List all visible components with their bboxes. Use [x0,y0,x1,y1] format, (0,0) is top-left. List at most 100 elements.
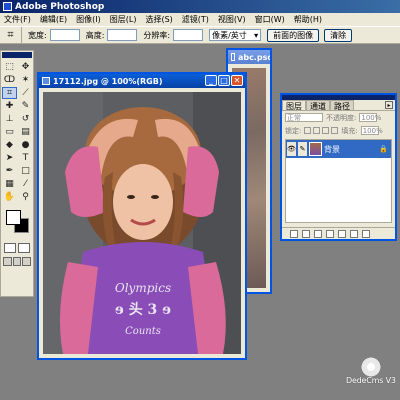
layer-thumbnail [309,142,322,156]
blend-mode-value: 正常 [287,113,301,122]
resolution-input[interactable] [173,29,204,41]
crop-tool-button-icon[interactable]: ⌗ [2,87,17,99]
screen-mode-full-icon[interactable] [22,257,32,266]
menubar: 文件(F) 编辑(E) 图像(I) 图层(L) 选择(S) 滤镜(T) 视图(V… [0,13,400,26]
document-icon [231,53,235,61]
unit-value: 像素/英寸 [212,30,247,40]
color-swatches [3,208,31,238]
slice-tool-icon[interactable]: ⟋ [18,87,33,99]
lock-pixels-icon[interactable] [313,127,321,134]
lock-all-icon[interactable] [331,127,339,134]
clear-button[interactable]: 清除 [324,28,353,42]
document-titlebar[interactable]: abc.psd @ 100%(RGB) [228,50,270,64]
lock-row: 锁定: 填充: 100% [282,124,395,137]
lasso-tool-icon[interactable]: ↀ [2,74,17,86]
unit-select[interactable]: 像素/英寸 ▾ [209,29,262,41]
height-input[interactable] [107,29,138,41]
pen-tool-icon[interactable]: ✒ [2,165,17,177]
eye-icon[interactable]: 👁 [287,142,296,156]
photo-canvas[interactable]: Olympics ɘ 头 3 ɘ Counts [43,92,241,354]
svg-text:Olympics: Olympics [115,281,171,295]
window-buttons: _ □ ✕ [205,75,243,86]
close-icon[interactable]: ✕ [231,75,243,86]
toolbox-grip[interactable] [2,52,32,58]
layer-style-icon[interactable] [302,229,310,238]
app-titlebar: Adobe Photoshop [0,0,400,13]
delete-layer-icon[interactable] [362,229,370,238]
menu-image[interactable]: 图像(I) [76,14,101,25]
resolution-label: 分辨率: [143,30,171,40]
screen-mode-standard-icon[interactable] [3,257,12,266]
menu-file[interactable]: 文件(F) [4,14,31,25]
zoom-tool-icon[interactable]: ⚲ [18,191,33,203]
fill-value: 100% [362,126,383,135]
watermark: DedeCms V3 [346,356,396,392]
foreground-color-swatch[interactable] [6,210,21,225]
menu-view[interactable]: 视图(V) [218,14,246,25]
edit-modes [1,241,33,255]
clone-stamp-tool-icon[interactable]: ⊥ [2,113,17,125]
move-tool-icon[interactable]: ✥ [18,61,33,73]
magic-wand-tool-icon[interactable]: ✶ [18,74,33,86]
minimize-icon[interactable]: _ [205,75,217,86]
tab-channels[interactable]: 通道 [306,100,330,111]
brush-icon[interactable]: ✎ [298,142,307,156]
panel-menu-icon[interactable]: ▸ [385,101,393,109]
path-selection-tool-icon[interactable]: ➤ [2,152,17,164]
tab-paths[interactable]: 路径 [330,100,354,111]
layer-name: 背景 [324,144,340,154]
opacity-label: 不透明度: [326,113,357,122]
blend-mode-select[interactable]: 正常 [285,113,323,122]
lock-transparency-icon[interactable] [304,127,312,134]
document-titlebar[interactable]: 17112.jpg @ 100%(RGB) _ □ ✕ [39,74,245,88]
notes-tool-icon[interactable]: ▦ [2,178,17,190]
new-layer-icon[interactable] [350,229,358,238]
app-title: Adobe Photoshop [15,1,105,12]
width-input[interactable] [49,29,80,41]
tab-layers[interactable]: 图层 [282,100,306,111]
toolbox: ⬚ ✥ ↀ ✶ ⌗ ⟋ ✚ ✎ ⊥ ↺ ▭ ▤ ◆ ● ➤ T ✒ □ ▦ ⁄ … [0,50,34,297]
options-bar: ⌗ 宽度: 高度: 分辨率: 像素/英寸 ▾ 前面的图像 清除 [0,26,400,44]
new-group-icon[interactable] [326,229,334,238]
layer-row-background[interactable]: 👁 ✎ 背景 🔒 [286,140,391,158]
menu-window[interactable]: 窗口(W) [255,14,285,25]
layers-panel: 图层 通道 路径 ▸ 正常 不透明度: 100% 锁定: 填充: 100% 👁 … [280,93,397,241]
link-layers-icon[interactable] [290,229,298,238]
hand-tool-icon[interactable]: ✋ [2,191,17,203]
blur-tool-icon[interactable]: ◆ [2,139,17,151]
brush-tool-icon[interactable]: ✎ [18,100,33,112]
history-brush-tool-icon[interactable]: ↺ [18,113,33,125]
layer-mask-icon[interactable] [314,229,322,238]
opacity-input[interactable]: 100% [359,113,381,122]
eraser-tool-icon[interactable]: ▭ [2,126,17,138]
crop-tool-icon[interactable]: ⌗ [0,27,22,43]
lock-label: 锁定: [285,126,302,135]
maximize-icon[interactable]: □ [218,75,230,86]
menu-filter[interactable]: 滤镜(T) [182,14,209,25]
portrait-photo: Olympics ɘ 头 3 ɘ Counts [43,92,241,354]
type-tool-icon[interactable]: T [18,152,33,164]
chevron-down-icon: ▾ [254,30,259,40]
lock-icon: 🔒 [379,145,388,153]
panel-tabs: 图层 通道 路径 ▸ [282,100,395,111]
standard-mode-icon[interactable] [4,243,16,253]
quick-mask-mode-icon[interactable] [18,243,30,253]
dodge-tool-icon[interactable]: ● [18,139,33,151]
menu-layer[interactable]: 图层(L) [110,14,137,25]
healing-brush-tool-icon[interactable]: ✚ [2,100,17,112]
adjustment-layer-icon[interactable] [338,229,346,238]
gradient-tool-icon[interactable]: ▤ [18,126,33,138]
screen-mode-full-menu-icon[interactable] [12,257,22,266]
fill-input[interactable]: 100% [360,126,383,135]
menu-select[interactable]: 选择(S) [145,14,172,25]
fill-label: 填充: [341,126,358,135]
lock-position-icon[interactable] [322,127,330,134]
menu-help[interactable]: 帮助(H) [294,14,322,25]
layers-list: 👁 ✎ 背景 🔒 [285,139,392,223]
eyedropper-tool-icon[interactable]: ⁄ [18,178,33,190]
marquee-tool-icon[interactable]: ⬚ [2,61,17,73]
front-image-button[interactable]: 前面的图像 [267,28,320,42]
menu-edit[interactable]: 编辑(E) [40,14,67,25]
shape-tool-icon[interactable]: □ [18,165,33,177]
document-window-17112[interactable]: 17112.jpg @ 100%(RGB) _ □ ✕ Olympics ɘ 头… [37,72,247,360]
